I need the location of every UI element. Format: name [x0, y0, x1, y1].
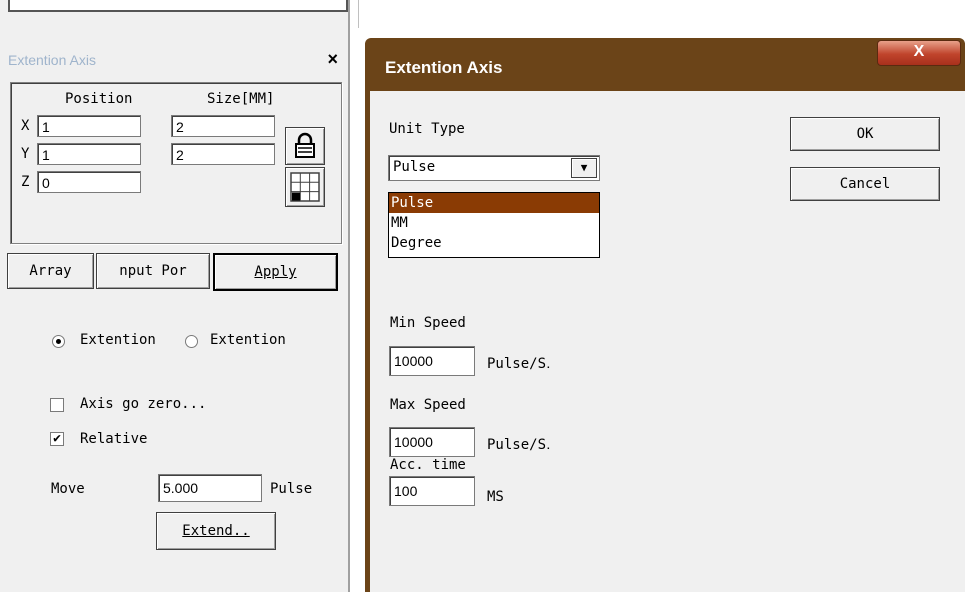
move-label: Move: [51, 481, 85, 497]
extend-button[interactable]: Extend..: [156, 512, 276, 550]
z-position-field[interactable]: 0: [37, 171, 141, 193]
size-label: Size[MM]: [207, 91, 275, 107]
input-port-button[interactable]: nput Por: [96, 253, 210, 289]
position-size-group: Position Size[MM] X 1 2 Y 1 2 Z 0: [10, 82, 342, 244]
max-speed-label: Max Speed: [390, 397, 466, 413]
min-speed-label: Min Speed: [390, 315, 466, 331]
panel-title: Extention Axis: [8, 52, 96, 68]
option-mm[interactable]: MM: [389, 213, 599, 233]
acc-time-field[interactable]: 100: [389, 476, 475, 506]
x-label: X: [21, 118, 30, 134]
close-button[interactable]: X: [877, 40, 961, 66]
panel-header: Extention Axis ×: [8, 46, 348, 76]
grid-icon: [290, 172, 320, 202]
extention-radio-1[interactable]: [52, 335, 65, 348]
extention-axis-dialog: Extention Axis X Unit Type Pulse ▼ Pulse…: [365, 38, 965, 592]
option-degree[interactable]: Degree: [389, 233, 599, 253]
close-icon[interactable]: ×: [327, 49, 338, 70]
lock-button[interactable]: [285, 127, 325, 165]
y-label: Y: [21, 146, 30, 162]
acc-time-unit: MS: [487, 489, 504, 505]
move-field[interactable]: 5.000: [158, 474, 262, 502]
ok-button[interactable]: OK: [790, 117, 940, 151]
unit-type-dropdown: Pulse MM Degree: [388, 192, 600, 258]
lock-icon: [295, 132, 315, 158]
z-label: Z: [21, 174, 30, 190]
move-unit: Pulse: [270, 481, 313, 497]
cancel-button[interactable]: Cancel: [790, 167, 940, 201]
top-box: [8, 0, 348, 12]
position-label: Position: [65, 91, 133, 107]
x-position-field[interactable]: 1: [37, 115, 141, 137]
divider: [358, 0, 359, 28]
extend-label: Extend..: [182, 523, 250, 539]
max-speed-unit: Pulse/S․: [487, 437, 551, 453]
side-panel: Extention Axis × Position Size[MM] X 1 2…: [0, 0, 350, 592]
axis-go-zero-checkbox[interactable]: [50, 398, 64, 412]
acc-time-label: Acc. time: [390, 457, 466, 473]
apply-button[interactable]: Apply: [213, 253, 338, 291]
relative-checkbox[interactable]: ✔: [50, 432, 64, 446]
unit-type-value: Pulse: [393, 159, 436, 175]
y-size-field[interactable]: 2: [171, 143, 275, 165]
min-speed-field[interactable]: 10000: [389, 346, 475, 376]
dialog-client: Unit Type Pulse ▼ Pulse MM Degree OK Can…: [370, 91, 965, 592]
top-strip: [0, 0, 350, 40]
axis-go-zero-label: Axis go zero...: [80, 396, 207, 412]
unit-type-label: Unit Type: [389, 121, 465, 137]
close-icon: X: [913, 43, 925, 60]
splitter[interactable]: [348, 0, 350, 592]
extention-radio-2-label: Extention: [210, 332, 286, 348]
relative-label: Relative: [80, 431, 148, 447]
max-speed-field[interactable]: 10000: [389, 427, 475, 457]
extention-radio-1-label: Extention: [80, 332, 156, 348]
y-position-field[interactable]: 1: [37, 143, 141, 165]
dialog-title: Extention Axis: [385, 58, 503, 77]
chevron-down-icon[interactable]: ▼: [571, 158, 597, 178]
min-speed-unit: Pulse/S․: [487, 356, 551, 372]
extention-radio-2[interactable]: [185, 335, 198, 348]
option-pulse[interactable]: Pulse: [389, 193, 599, 213]
unit-type-select[interactable]: Pulse ▼: [388, 155, 600, 181]
grid-button[interactable]: [285, 167, 325, 207]
x-size-field[interactable]: 2: [171, 115, 275, 137]
array-button[interactable]: Array: [7, 253, 94, 289]
